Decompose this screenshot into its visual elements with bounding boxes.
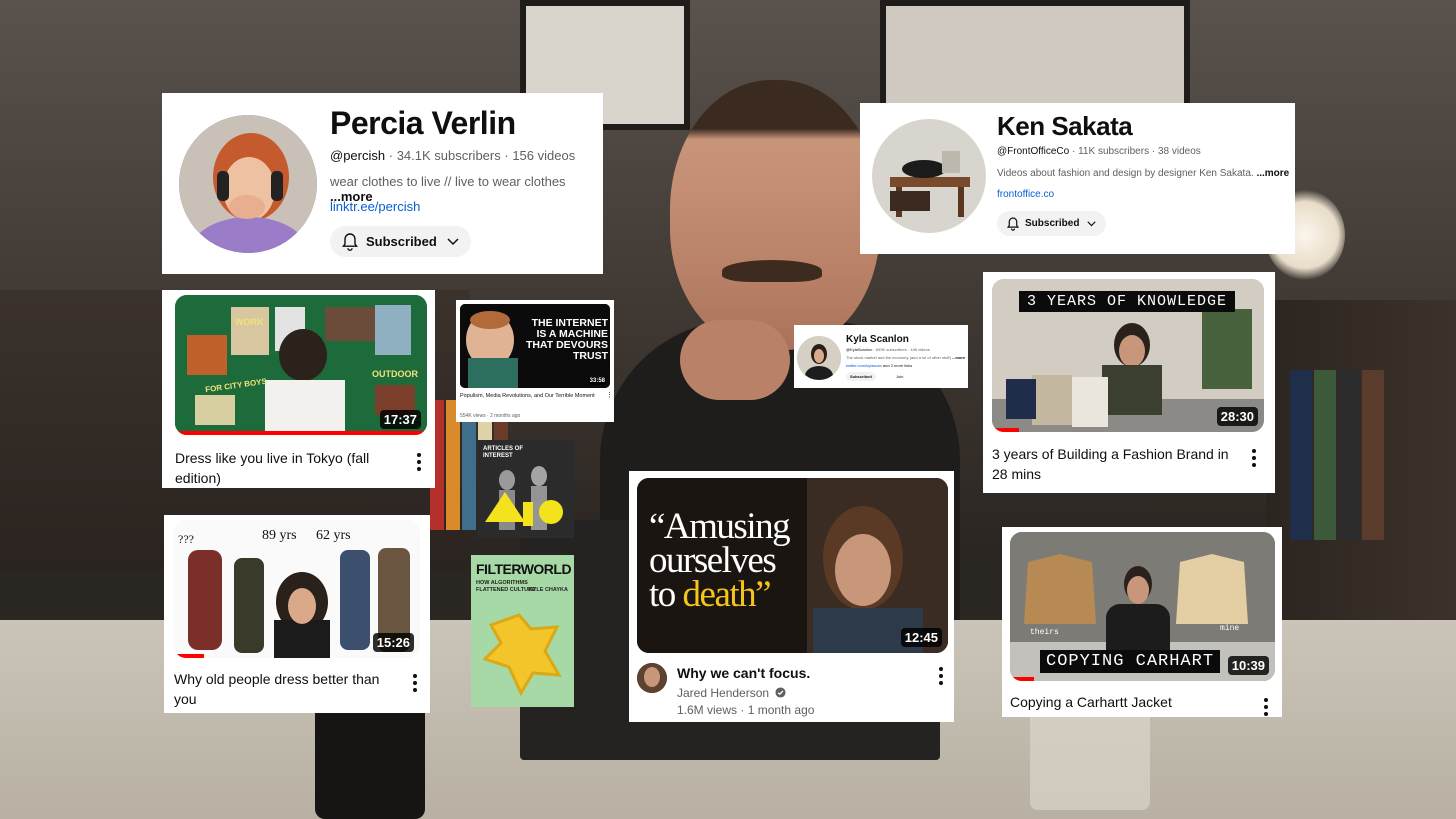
- more-vert-icon[interactable]: [1251, 449, 1257, 470]
- avatar-image: [872, 119, 986, 233]
- channel-avatar[interactable]: [637, 663, 667, 693]
- video-meta: 1.6M views · 1 month ago: [677, 703, 815, 717]
- video-card-old-people[interactable]: ??? 89 yrs 62 yrs 15:26 Why old people d…: [164, 515, 430, 713]
- watch-progress-bar: [174, 654, 204, 658]
- bell-icon: [342, 232, 358, 251]
- video-title[interactable]: Why we can't focus.: [677, 665, 810, 681]
- channel-handle: @KylaScanlon: [846, 347, 873, 352]
- book-art: [485, 466, 563, 530]
- thumbnail-banner: COPYING CARHART: [1040, 650, 1221, 673]
- channel-card-kyla: Kyla Scanlon @KylaScanlon · 653K subscri…: [794, 325, 968, 388]
- subscribed-button[interactable]: Subscribed: [846, 372, 876, 381]
- watch-progress-bar: [1010, 677, 1034, 681]
- video-meta: 554K views · 2 months ago: [460, 413, 521, 419]
- video-title[interactable]: Populism, Media Revolutions, and Our Ter…: [460, 393, 602, 400]
- video-card-focus[interactable]: “Amusing ourselves to death” 12:45 Why w…: [629, 471, 954, 722]
- watch-progress-bar: [175, 431, 427, 435]
- verified-icon: [775, 687, 786, 698]
- avatar-image: [179, 115, 317, 253]
- more-vert-icon[interactable]: [938, 667, 944, 688]
- thumbnail-word: 62 yrs: [316, 528, 351, 543]
- duration-badge: 33:58: [587, 377, 607, 385]
- subscribed-button[interactable]: Subscribed: [330, 226, 471, 257]
- channel-meta: @percish · 34.1K subscribers · 156 video…: [330, 148, 576, 163]
- video-card-internet[interactable]: THE INTERNET IS A MACHINE THAT DEVOURS T…: [456, 300, 614, 422]
- thumbnail-label-right: mine: [1220, 624, 1240, 633]
- video-title[interactable]: Why old people dress better than you: [174, 669, 389, 709]
- video-card-tokyo[interactable]: WORK OUTDOOR FOR CITY BOYS 17:37 Dress l…: [162, 290, 435, 488]
- video-title[interactable]: Dress like you live in Tokyo (fall editi…: [175, 448, 390, 488]
- duration-badge: 28:30: [1216, 407, 1258, 426]
- more-vert-icon[interactable]: [416, 453, 422, 474]
- bookshelf-books: [1290, 370, 1386, 540]
- avatar[interactable]: [797, 336, 841, 380]
- book-articles-of-interest: ARTICLES OF INTEREST: [477, 440, 574, 538]
- avatar[interactable]: [179, 115, 317, 253]
- avatar-image: [637, 663, 667, 693]
- channel-name: Percia Verlin: [330, 105, 516, 141]
- video-title[interactable]: Copying a Carhartt Jacket: [1010, 694, 1172, 710]
- thumbnail-word: OUTDOOR: [372, 369, 418, 379]
- thumbnail-word: ???: [178, 532, 194, 546]
- channel-name: Kyla Scanlon: [846, 334, 909, 345]
- video-count: 38 videos: [1157, 146, 1201, 157]
- video-count: 445 videos: [910, 347, 930, 352]
- channel-link[interactable]: frontoffice.co: [997, 189, 1054, 200]
- video-thumbnail[interactable]: THE INTERNET IS A MACHINE THAT DEVOURS T…: [460, 304, 610, 388]
- more-vert-icon[interactable]: [412, 674, 418, 695]
- duration-badge: 12:45: [900, 628, 942, 647]
- channel-handle: @FrontOfficeCo: [997, 146, 1070, 157]
- channel-link[interactable]: twitter.com/kylascan: [846, 363, 882, 368]
- avatar-image: [797, 336, 841, 380]
- video-count: 156 videos: [512, 148, 576, 163]
- thumbnail-banner: 3 YEARS OF KNOWLEDGE: [1019, 291, 1236, 312]
- subscriber-count: 34.1K subscribers: [396, 148, 501, 163]
- channel-link[interactable]: linktr.ee/percish: [330, 199, 420, 214]
- subscriber-count: 11K subscribers: [1078, 146, 1150, 157]
- thumbnail-word: 89 yrs: [262, 528, 297, 543]
- channel-description[interactable]: Videos about fashion and design by desig…: [997, 168, 1289, 179]
- video-thumbnail[interactable]: “Amusing ourselves to death” 12:45: [637, 478, 948, 653]
- subscribed-button[interactable]: Subscribed: [997, 211, 1107, 236]
- channel-meta: @KylaScanlon · 653K subscribers · 445 vi…: [846, 347, 930, 352]
- video-thumbnail[interactable]: WORK OUTDOOR FOR CITY BOYS 17:37: [175, 295, 427, 435]
- more-link[interactable]: ...more: [952, 355, 965, 360]
- thumbnail-label-left: theirs: [1030, 628, 1059, 637]
- channel-name[interactable]: Jared Henderson: [677, 686, 786, 700]
- channel-link-row: twitter.com/kylascan and 2 more links: [846, 363, 913, 368]
- channel-handle: @percish: [330, 148, 386, 163]
- more-vert-icon[interactable]: [1263, 698, 1269, 719]
- subscriber-count: 653K subscribers: [875, 347, 907, 352]
- duration-badge: 10:39: [1227, 656, 1269, 675]
- more-link[interactable]: ...more: [1256, 168, 1289, 179]
- book-art: [482, 613, 562, 697]
- join-button[interactable]: Join: [892, 372, 907, 381]
- avatar[interactable]: [872, 119, 986, 233]
- more-vert-icon[interactable]: ⋮: [606, 392, 613, 399]
- video-thumbnail[interactable]: 3 YEARS OF KNOWLEDGE 28:30: [992, 279, 1264, 432]
- bell-icon: [1007, 216, 1019, 231]
- duration-badge: 17:37: [379, 410, 421, 429]
- video-card-fashion-brand[interactable]: 3 YEARS OF KNOWLEDGE 28:30 3 years of Bu…: [983, 272, 1275, 493]
- watch-progress-bar: [992, 428, 1020, 432]
- channel-name: Ken Sakata: [997, 111, 1133, 141]
- duration-badge: 15:26: [372, 633, 414, 652]
- video-card-carhartt[interactable]: theirs mine COPYING CARHART 10:39 Copyin…: [1002, 527, 1282, 717]
- video-thumbnail[interactable]: ??? 89 yrs 62 yrs 15:26: [174, 520, 420, 658]
- video-thumbnail[interactable]: theirs mine COPYING CARHART 10:39: [1010, 532, 1275, 681]
- channel-meta: @FrontOfficeCo · 11K subscribers · 38 vi…: [997, 146, 1201, 157]
- thumbnail-headline: THE INTERNET IS A MACHINE THAT DEVOURS T…: [525, 317, 608, 362]
- channel-description[interactable]: The stock market and the economy (and a …: [846, 355, 965, 360]
- thumbnail-quote: “Amusing ourselves to death”: [649, 506, 791, 615]
- video-title[interactable]: 3 years of Building a Fashion Brand in 2…: [992, 444, 1232, 484]
- channel-card-ken: Ken Sakata @FrontOfficeCo · 11K subscrib…: [860, 103, 1295, 254]
- book-filterworld: FILTERWORLD HOW ALGORITHMS FLATTENED CUL…: [471, 555, 574, 707]
- channel-card-percia: Percia Verlin @percish · 34.1K subscribe…: [162, 93, 603, 274]
- thumbnail-word: WORK: [235, 317, 264, 327]
- chevron-down-icon: [1087, 220, 1097, 226]
- chevron-down-icon: [447, 237, 459, 245]
